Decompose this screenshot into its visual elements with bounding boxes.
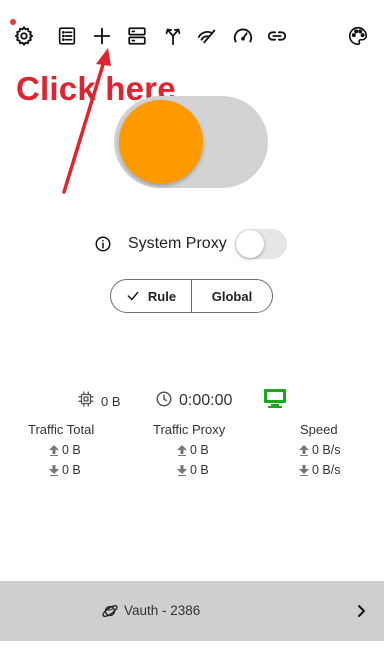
list-icon[interactable] bbox=[53, 22, 81, 50]
app-window: Click here System Proxy Rule Global 0 B … bbox=[0, 0, 384, 661]
traffic-total-title: Traffic Total bbox=[28, 422, 95, 437]
traffic-total-down-value: 0 B bbox=[62, 463, 81, 477]
mode-global-label: Global bbox=[211, 288, 253, 304]
memory-stat: 0 B bbox=[77, 391, 121, 411]
speed-up-value: 0 B/s bbox=[312, 443, 341, 457]
traffic-proxy-stat: Traffic Proxy 0 B 0 B bbox=[153, 422, 225, 480]
system-proxy-toggle[interactable] bbox=[235, 229, 287, 259]
download-icon bbox=[299, 464, 309, 476]
speedometer-icon[interactable] bbox=[229, 22, 257, 50]
download-icon bbox=[49, 464, 59, 476]
mode-global-button[interactable]: Global bbox=[192, 280, 272, 312]
clock-icon bbox=[155, 390, 173, 413]
speed-stat: Speed 0 B/s 0 B/s bbox=[299, 422, 341, 480]
system-proxy-row: System Proxy bbox=[94, 228, 294, 260]
fast-icon[interactable] bbox=[193, 22, 221, 50]
memory-value: 0 B bbox=[101, 393, 121, 409]
settings-icon[interactable] bbox=[10, 22, 38, 50]
traffic-proxy-title: Traffic Proxy bbox=[153, 422, 226, 437]
add-icon[interactable] bbox=[88, 22, 116, 50]
monitor-icon bbox=[263, 388, 287, 415]
server-label: Vauth - 2386 bbox=[124, 603, 201, 618]
route-icon[interactable] bbox=[159, 22, 187, 50]
download-icon bbox=[177, 464, 187, 476]
connection-status bbox=[263, 388, 287, 411]
info-icon[interactable] bbox=[94, 235, 112, 253]
upload-icon bbox=[299, 444, 309, 456]
planet-icon bbox=[102, 604, 118, 618]
traffic-proxy-down: 0 B bbox=[177, 460, 225, 480]
check-icon bbox=[127, 291, 139, 301]
link-icon[interactable] bbox=[263, 22, 291, 50]
speed-down: 0 B/s bbox=[299, 460, 341, 480]
uptime-value: 0:00:00 bbox=[179, 392, 233, 409]
traffic-total-down: 0 B bbox=[49, 460, 94, 480]
chip-icon bbox=[77, 390, 95, 413]
mode-selector: Rule Global bbox=[110, 279, 273, 313]
speed-up: 0 B/s bbox=[299, 440, 341, 460]
traffic-proxy-down-value: 0 B bbox=[190, 463, 209, 477]
traffic-proxy-up-value: 0 B bbox=[190, 443, 209, 457]
upload-icon bbox=[49, 444, 59, 456]
speed-down-value: 0 B/s bbox=[312, 463, 341, 477]
system-proxy-label: System Proxy bbox=[128, 235, 227, 252]
upload-icon bbox=[177, 444, 187, 456]
traffic-total-up: 0 B bbox=[49, 440, 94, 460]
server-icon[interactable] bbox=[123, 22, 151, 50]
proxy-power-toggle[interactable] bbox=[114, 96, 268, 188]
mode-rule-label: Rule bbox=[147, 288, 177, 304]
notification-dot bbox=[10, 19, 16, 25]
uptime-stat: 0:00:00 bbox=[155, 391, 232, 411]
toolbar bbox=[0, 22, 384, 50]
proxy-power-knob bbox=[119, 100, 203, 184]
traffic-total-up-value: 0 B bbox=[62, 443, 81, 457]
server-selector[interactable]: Vauth - 2386 bbox=[0, 581, 384, 641]
chevron-right-icon bbox=[358, 605, 365, 617]
traffic-total-stat: Traffic Total 0 B 0 B bbox=[28, 422, 94, 480]
mode-rule-button[interactable]: Rule bbox=[111, 280, 191, 312]
traffic-proxy-up: 0 B bbox=[177, 440, 225, 460]
speed-title: Speed bbox=[300, 422, 338, 437]
system-proxy-knob bbox=[236, 230, 264, 258]
palette-icon[interactable] bbox=[344, 22, 372, 50]
